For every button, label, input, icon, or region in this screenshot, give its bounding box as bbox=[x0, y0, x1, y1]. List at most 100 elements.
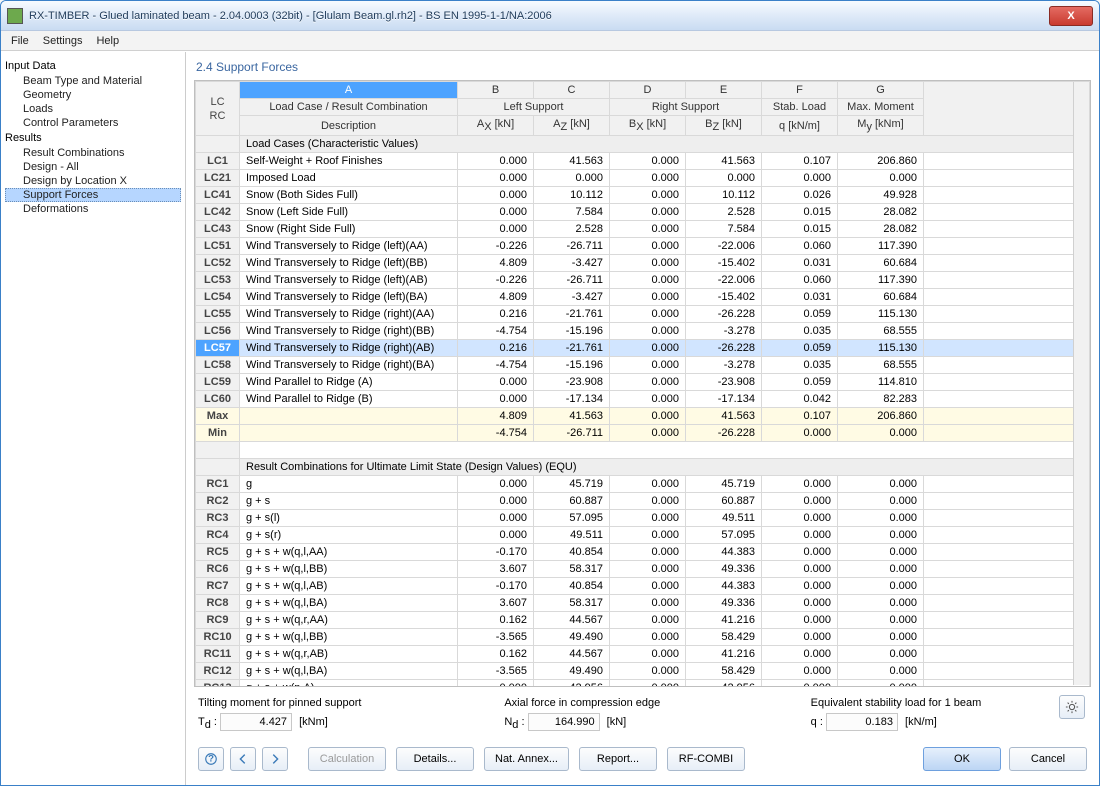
tree-group-input[interactable]: Input Data bbox=[5, 60, 181, 72]
cell-my[interactable]: 49.928 bbox=[838, 187, 924, 204]
cell-az[interactable]: 44.567 bbox=[534, 612, 610, 629]
cell-bz[interactable]: 45.719 bbox=[686, 476, 762, 493]
cell-bz[interactable]: 49.336 bbox=[686, 595, 762, 612]
table-row[interactable]: LC54Wind Transversely to Ridge (left)(BA… bbox=[196, 289, 1090, 306]
row-header[interactable]: LC57 bbox=[196, 340, 240, 357]
td-value[interactable] bbox=[220, 713, 292, 731]
row-header[interactable]: RC7 bbox=[196, 578, 240, 595]
cell-bx[interactable]: 0.000 bbox=[610, 289, 686, 306]
cell-ax[interactable]: 0.000 bbox=[458, 476, 534, 493]
cell-bx[interactable]: 0.000 bbox=[610, 391, 686, 408]
cell-q[interactable]: 0.000 bbox=[762, 561, 838, 578]
cell-bz[interactable]: 58.429 bbox=[686, 629, 762, 646]
cell-bx[interactable]: 0.000 bbox=[610, 680, 686, 687]
cell-ax[interactable]: 0.000 bbox=[458, 527, 534, 544]
row-header[interactable]: LC56 bbox=[196, 323, 240, 340]
row-header[interactable]: RC3 bbox=[196, 510, 240, 527]
cell-bx[interactable]: 0.000 bbox=[610, 153, 686, 170]
col-letter-b[interactable]: B bbox=[458, 82, 534, 99]
cell-my[interactable]: 28.082 bbox=[838, 221, 924, 238]
cell-bx[interactable]: 0.000 bbox=[610, 221, 686, 238]
cell-ax[interactable]: -0.170 bbox=[458, 544, 534, 561]
row-header[interactable]: LC59 bbox=[196, 374, 240, 391]
row-header[interactable]: LC52 bbox=[196, 255, 240, 272]
cell-desc[interactable]: g + s(r) bbox=[240, 527, 458, 544]
cell-ax[interactable]: 0.000 bbox=[458, 221, 534, 238]
cell-my[interactable]: 206.860 bbox=[838, 408, 924, 425]
cell-q[interactable]: 0.031 bbox=[762, 289, 838, 306]
cell-my[interactable]: 0.000 bbox=[838, 561, 924, 578]
cell-desc[interactable]: Wind Parallel to Ridge (B) bbox=[240, 391, 458, 408]
tree-result-comb[interactable]: Result Combinations bbox=[5, 146, 181, 160]
rf-combi-button[interactable]: RF-COMBI bbox=[667, 747, 745, 771]
cell-bx[interactable]: 0.000 bbox=[610, 612, 686, 629]
row-header[interactable]: LC60 bbox=[196, 391, 240, 408]
cell-my[interactable]: 0.000 bbox=[838, 680, 924, 687]
cell-my[interactable]: 0.000 bbox=[838, 527, 924, 544]
cell-q[interactable]: 0.107 bbox=[762, 408, 838, 425]
col-left-support[interactable]: Left Support bbox=[458, 99, 610, 116]
cell-desc[interactable]: Wind Transversely to Ridge (left)(AB) bbox=[240, 272, 458, 289]
cell-az[interactable]: -15.196 bbox=[534, 357, 610, 374]
col-right-support[interactable]: Right Support bbox=[610, 99, 762, 116]
menu-file[interactable]: File bbox=[11, 35, 29, 47]
cell-bx[interactable]: 0.000 bbox=[610, 544, 686, 561]
cell-my[interactable]: 115.130 bbox=[838, 340, 924, 357]
cell-bz[interactable]: 49.336 bbox=[686, 561, 762, 578]
cell-bz[interactable]: 41.563 bbox=[686, 153, 762, 170]
cell-bz[interactable]: 60.887 bbox=[686, 493, 762, 510]
cell-bz[interactable]: -26.228 bbox=[686, 425, 762, 442]
row-header[interactable]: LC41 bbox=[196, 187, 240, 204]
tree-group-results[interactable]: Results bbox=[5, 132, 181, 144]
cell-bx[interactable]: 0.000 bbox=[610, 561, 686, 578]
cell-az[interactable]: 44.567 bbox=[534, 646, 610, 663]
cell-bx[interactable]: 0.000 bbox=[610, 170, 686, 187]
cell-desc[interactable]: Wind Transversely to Ridge (left)(AA) bbox=[240, 238, 458, 255]
cell-desc[interactable]: g + s + w(q,l,AB) bbox=[240, 578, 458, 595]
cell-bz[interactable]: 7.584 bbox=[686, 221, 762, 238]
cell-bx[interactable]: 0.000 bbox=[610, 340, 686, 357]
cell-bz[interactable]: -15.402 bbox=[686, 289, 762, 306]
row-header[interactable]: LC55 bbox=[196, 306, 240, 323]
cell-my[interactable]: 0.000 bbox=[838, 510, 924, 527]
table-row[interactable]: LC53Wind Transversely to Ridge (left)(AB… bbox=[196, 272, 1090, 289]
cell-my[interactable]: 206.860 bbox=[838, 153, 924, 170]
table-row[interactable]: RC1g0.00045.7190.00045.7190.0000.000 bbox=[196, 476, 1090, 493]
row-header[interactable]: RC5 bbox=[196, 544, 240, 561]
row-header[interactable]: LC43 bbox=[196, 221, 240, 238]
col-letter-d[interactable]: D bbox=[610, 82, 686, 99]
cell-desc[interactable]: Snow (Left Side Full) bbox=[240, 204, 458, 221]
cell-bx[interactable]: 0.000 bbox=[610, 255, 686, 272]
ok-button[interactable]: OK bbox=[923, 747, 1001, 771]
cell-q[interactable]: 0.059 bbox=[762, 374, 838, 391]
cell-my[interactable]: 0.000 bbox=[838, 425, 924, 442]
table-row[interactable]: RC5g + s + w(q,l,AA)-0.17040.8540.00044.… bbox=[196, 544, 1090, 561]
cell-q[interactable]: 0.035 bbox=[762, 357, 838, 374]
cell-q[interactable]: 0.000 bbox=[762, 493, 838, 510]
cell-ax[interactable]: -4.754 bbox=[458, 425, 534, 442]
cell-desc[interactable]: Self-Weight + Roof Finishes bbox=[240, 153, 458, 170]
cell-ax[interactable]: 0.000 bbox=[458, 204, 534, 221]
cell-q[interactable]: 0.060 bbox=[762, 272, 838, 289]
cell-desc[interactable]: g + s + w(q,r,AA) bbox=[240, 612, 458, 629]
row-header[interactable]: Max bbox=[196, 408, 240, 425]
cell-my[interactable]: 0.000 bbox=[838, 493, 924, 510]
cell-bz[interactable]: 41.563 bbox=[686, 408, 762, 425]
cell-ax[interactable]: 0.000 bbox=[458, 170, 534, 187]
col-ax[interactable]: AX [kN] bbox=[458, 116, 534, 136]
cell-ax[interactable]: -0.226 bbox=[458, 238, 534, 255]
close-button[interactable]: X bbox=[1049, 6, 1093, 26]
cell-ax[interactable]: -0.226 bbox=[458, 272, 534, 289]
next-button[interactable] bbox=[262, 747, 288, 771]
cell-bz[interactable]: -23.908 bbox=[686, 374, 762, 391]
table-row[interactable]: RC2g + s0.00060.8870.00060.8870.0000.000 bbox=[196, 493, 1090, 510]
col-description[interactable]: Description bbox=[240, 116, 458, 136]
row-header[interactable]: LC54 bbox=[196, 289, 240, 306]
cell-q[interactable]: 0.000 bbox=[762, 527, 838, 544]
cell-ax[interactable]: 0.162 bbox=[458, 612, 534, 629]
cell-desc[interactable]: g + s + w(q,l,BA) bbox=[240, 663, 458, 680]
cell-my[interactable]: 115.130 bbox=[838, 306, 924, 323]
cell-q[interactable]: 0.000 bbox=[762, 612, 838, 629]
cell-desc[interactable]: g + s + w(q,r,AB) bbox=[240, 646, 458, 663]
cell-desc[interactable]: Imposed Load bbox=[240, 170, 458, 187]
